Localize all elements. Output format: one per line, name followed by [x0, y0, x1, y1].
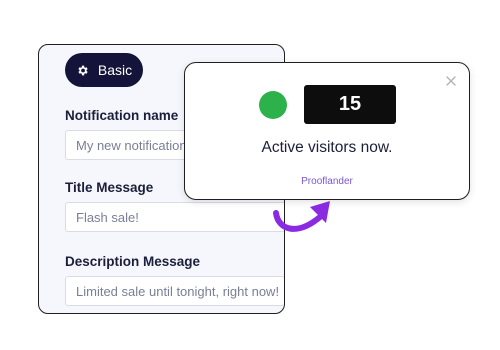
notification-preview-popup: 15 Active visitors now. Prooflander: [184, 62, 470, 200]
basic-tab-button[interactable]: Basic: [65, 53, 143, 87]
title-message-input[interactable]: Flash sale!: [65, 202, 284, 232]
notification-name-label: Notification name: [65, 108, 179, 123]
visitor-count: 15: [304, 85, 396, 124]
description-message-label: Description Message: [65, 254, 201, 269]
status-dot: [259, 91, 287, 119]
title-message-label: Title Message: [65, 180, 154, 195]
curved-arrow-icon: [273, 201, 330, 232]
brand-link[interactable]: Prooflander: [185, 176, 469, 187]
gear-icon: [78, 65, 88, 75]
basic-tab-label: Basic: [97, 62, 133, 78]
close-icon[interactable]: [445, 75, 457, 87]
description-message-input[interactable]: Limited sale until tonight, right now!: [65, 276, 284, 306]
popup-message: Active visitors now.: [261, 139, 393, 156]
